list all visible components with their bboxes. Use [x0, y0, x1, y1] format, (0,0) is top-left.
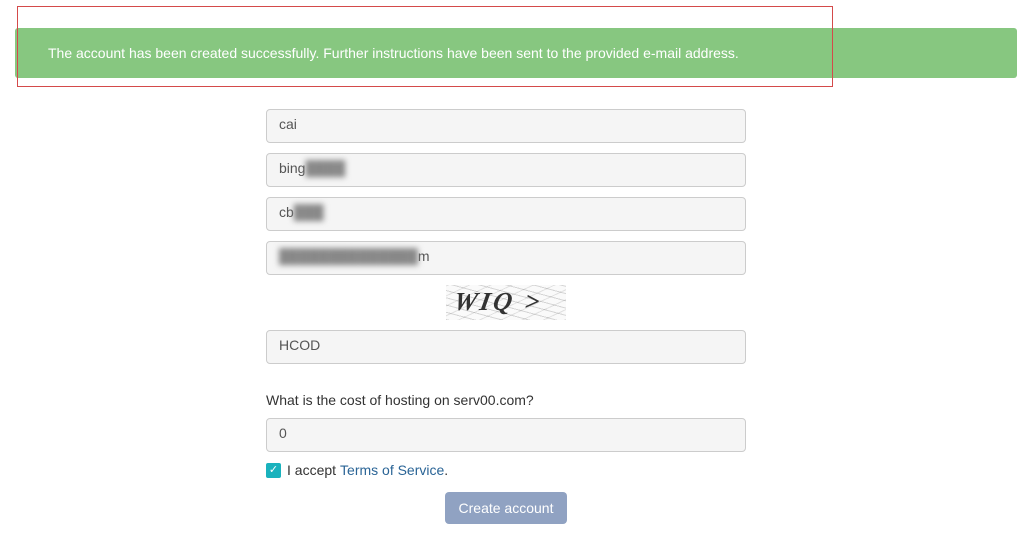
tos-checkbox-row: ✓ I accept Terms of Service. — [266, 462, 746, 478]
accept-text: I accept — [287, 462, 336, 478]
username-blurred: ███ — [294, 204, 324, 220]
tos-link[interactable]: Terms of Service — [340, 462, 444, 478]
tos-period: . — [444, 462, 448, 478]
last-name-visible: bing — [279, 160, 305, 176]
captcha-image: WIQ > — [446, 285, 566, 320]
username-input[interactable]: cb███ — [266, 197, 746, 231]
create-account-button[interactable]: Create account — [445, 492, 568, 524]
captcha-input[interactable]: HCOD — [266, 330, 746, 364]
alert-highlight-box — [17, 6, 833, 87]
security-answer-input[interactable]: 0 — [266, 418, 746, 452]
email-suffix: m — [418, 248, 430, 264]
signup-form: cai bing████ cb███ ██████████████m WIQ >… — [266, 109, 746, 524]
captcha-input-value: HCOD — [279, 337, 320, 353]
username-visible: cb — [279, 204, 294, 220]
security-question-label: What is the cost of hosting on serv00.co… — [266, 392, 746, 408]
email-blurred: ██████████████ — [279, 248, 418, 264]
last-name-blurred: ████ — [305, 160, 345, 176]
email-input[interactable]: ██████████████m — [266, 241, 746, 275]
tos-checkbox[interactable]: ✓ — [266, 463, 281, 478]
captcha-display-text: WIQ > — [451, 287, 545, 317]
security-answer-value: 0 — [279, 425, 287, 441]
first-name-input[interactable]: cai — [266, 109, 746, 143]
last-name-input[interactable]: bing████ — [266, 153, 746, 187]
first-name-value: cai — [279, 116, 297, 132]
